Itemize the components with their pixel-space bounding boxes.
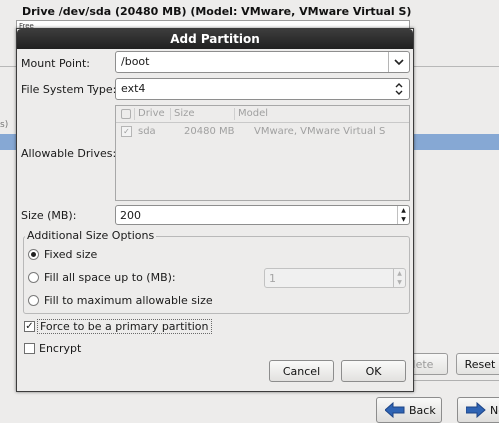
allowable-drives-label: Allowable Drives: bbox=[21, 147, 117, 160]
fill-up-to-radio[interactable] bbox=[28, 272, 39, 283]
size-spinbox[interactable]: 200 ▲ ▼ bbox=[115, 205, 410, 225]
column-separator bbox=[134, 108, 135, 120]
column-header-size[interactable]: Size bbox=[174, 108, 195, 119]
column-header-check bbox=[121, 108, 131, 122]
back-button[interactable]: Back bbox=[376, 397, 442, 423]
ok-button[interactable]: OK bbox=[341, 360, 406, 382]
back-button-label: Back bbox=[409, 403, 436, 417]
column-header-model[interactable]: Model bbox=[238, 108, 268, 119]
fill-max-label[interactable]: Fill to maximum allowable size bbox=[44, 294, 213, 307]
fill-up-to-input[interactable]: 1 bbox=[269, 272, 276, 285]
mount-point-combo[interactable]: /boot bbox=[115, 51, 410, 73]
spin-arrows-icon[interactable]: ▲ ▼ bbox=[393, 269, 405, 287]
drive-title: Drive /dev/sda (20480 MB) (Model: VMware… bbox=[22, 5, 412, 18]
table-row[interactable]: ✓ sda 20480 MB VMware, VMware Virtual S bbox=[116, 124, 409, 140]
encrypt-label[interactable]: Encrypt bbox=[39, 342, 81, 355]
next-button-label: Ne bbox=[490, 403, 499, 417]
reset-button[interactable]: Reset bbox=[456, 353, 499, 375]
next-button[interactable]: Ne bbox=[457, 397, 499, 423]
model-cell: VMware, VMware Virtual S bbox=[254, 126, 386, 137]
next-arrow-icon bbox=[466, 402, 486, 418]
fs-type-label: File System Type: bbox=[21, 83, 117, 96]
chevron-down-icon[interactable] bbox=[388, 52, 409, 72]
encrypt-checkbox[interactable] bbox=[24, 343, 35, 354]
spin-arrows-icon[interactable]: ▲ ▼ bbox=[397, 206, 409, 224]
updown-chevron-icon[interactable] bbox=[389, 79, 409, 99]
fixed-size-radio[interactable] bbox=[28, 249, 39, 260]
table-header: Drive Size Model bbox=[116, 106, 409, 123]
primary-partition-checkbox[interactable]: ✓ bbox=[24, 321, 35, 332]
size-label: Size (MB): bbox=[21, 209, 77, 222]
header-checkbox-icon bbox=[121, 109, 131, 119]
fill-up-to-spinbox[interactable]: 1 ▲ ▼ bbox=[264, 268, 406, 288]
delete-button-label: lete bbox=[412, 357, 434, 371]
add-partition-dialog: Add Partition Mount Point: /boot File Sy… bbox=[16, 28, 414, 392]
drive-checkbox[interactable]: ✓ bbox=[121, 126, 132, 137]
additional-size-options-label: Additional Size Options bbox=[25, 229, 157, 242]
primary-partition-label[interactable]: Force to be a primary partition bbox=[37, 319, 212, 334]
mount-point-label: Mount Point: bbox=[21, 57, 90, 70]
fill-max-radio[interactable] bbox=[28, 295, 39, 306]
allowable-drives-table[interactable]: Drive Size Model ✓ sda 20480 MB VMware, … bbox=[115, 105, 410, 201]
radio-dot-icon bbox=[31, 252, 36, 257]
size-input[interactable]: 200 bbox=[120, 209, 141, 222]
fixed-size-label[interactable]: Fixed size bbox=[44, 248, 97, 261]
ok-button-label: OK bbox=[365, 364, 382, 378]
tree-row-fragment: s) bbox=[0, 120, 9, 130]
reset-button-label: Reset bbox=[464, 357, 496, 371]
cancel-button-label: Cancel bbox=[282, 364, 321, 378]
cancel-button[interactable]: Cancel bbox=[269, 360, 334, 382]
mount-point-input[interactable]: /boot bbox=[121, 55, 149, 68]
column-header-drive[interactable]: Drive bbox=[138, 108, 165, 119]
column-separator bbox=[234, 108, 235, 120]
back-arrow-icon bbox=[385, 402, 405, 418]
dialog-title: Add Partition bbox=[17, 29, 413, 49]
fs-type-value: ext4 bbox=[121, 82, 146, 95]
fill-up-to-label[interactable]: Fill all space up to (MB): bbox=[44, 271, 176, 284]
size-cell: 20480 MB bbox=[184, 126, 235, 137]
fs-type-select[interactable]: ext4 bbox=[115, 78, 410, 100]
checkmark-icon: ✓ bbox=[25, 320, 34, 332]
drive-cell: sda bbox=[138, 126, 156, 137]
column-separator bbox=[170, 108, 171, 120]
